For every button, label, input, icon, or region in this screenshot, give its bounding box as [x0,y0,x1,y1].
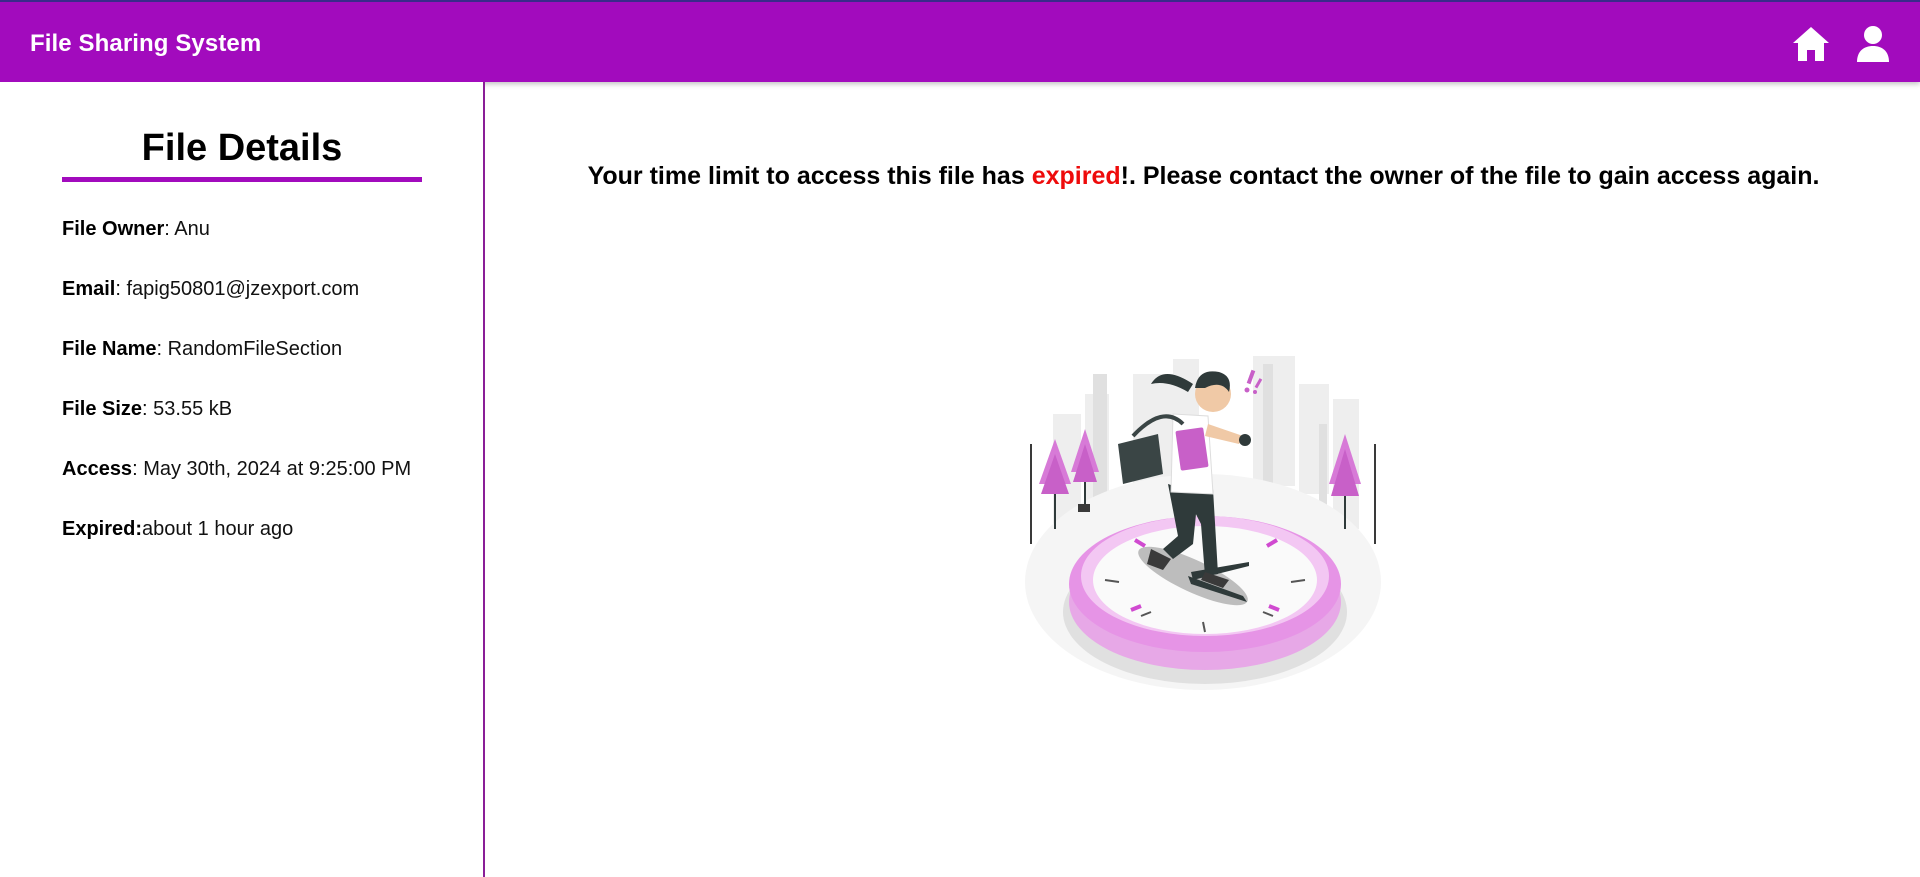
app-bar: File Sharing System [0,0,1920,82]
detail-file-size: File Size: 53.55 kB [62,398,232,421]
sidebar-title: File Details [141,127,343,169]
detail-label: Expired: [62,518,143,540]
expired-highlight: expired [1031,162,1121,190]
detail-label: Access [62,458,133,480]
expired-message: Your time limit to access this file has … [487,162,1920,191]
detail-separator: : [156,338,168,360]
woman-running-on-clock-illustration [1025,356,1381,690]
home-icon [1793,27,1829,61]
home-button[interactable] [1789,22,1833,66]
detail-value: about 1 hour ago [142,518,294,540]
detail-separator: : [164,218,175,240]
detail-separator: : [132,458,144,480]
detail-separator: : [142,398,154,420]
detail-access: Access: May 30th, 2024 at 9:25:00 PM [62,458,411,481]
message-text-end: !. Please contact the owner of the file … [1120,162,1820,190]
detail-label: File Owner [62,218,165,240]
main-content: Your time limit to access this file has … [487,82,1920,877]
detail-separator: : [115,278,127,300]
detail-file-owner: File Owner: Anu [62,218,210,241]
detail-file-name: File Name: RandomFileSection [62,338,342,361]
detail-label: File Name [62,338,157,360]
app-title[interactable]: File Sharing System [30,30,261,58]
detail-value: May 30th, 2024 at 9:25:00 PM [143,458,412,480]
detail-value: RandomFileSection [167,338,343,360]
file-details-sidebar: File Details File Owner: Anu Email: fapi… [0,82,485,877]
detail-expired: Expired:about 1 hour ago [62,518,293,541]
user-icon [1857,26,1889,62]
illustration [1023,344,1383,704]
title-underline [62,177,422,182]
detail-value: Anu [174,218,210,240]
message-text-start: Your time limit to access this file has [587,162,1032,190]
detail-label: Email [62,278,116,300]
detail-label: File Size [62,398,143,420]
detail-value: fapig50801@jzexport.com [126,278,360,300]
detail-value: 53.55 kB [153,398,233,420]
detail-email: Email: fapig50801@jzexport.com [62,278,359,301]
user-account-button[interactable] [1851,22,1895,66]
